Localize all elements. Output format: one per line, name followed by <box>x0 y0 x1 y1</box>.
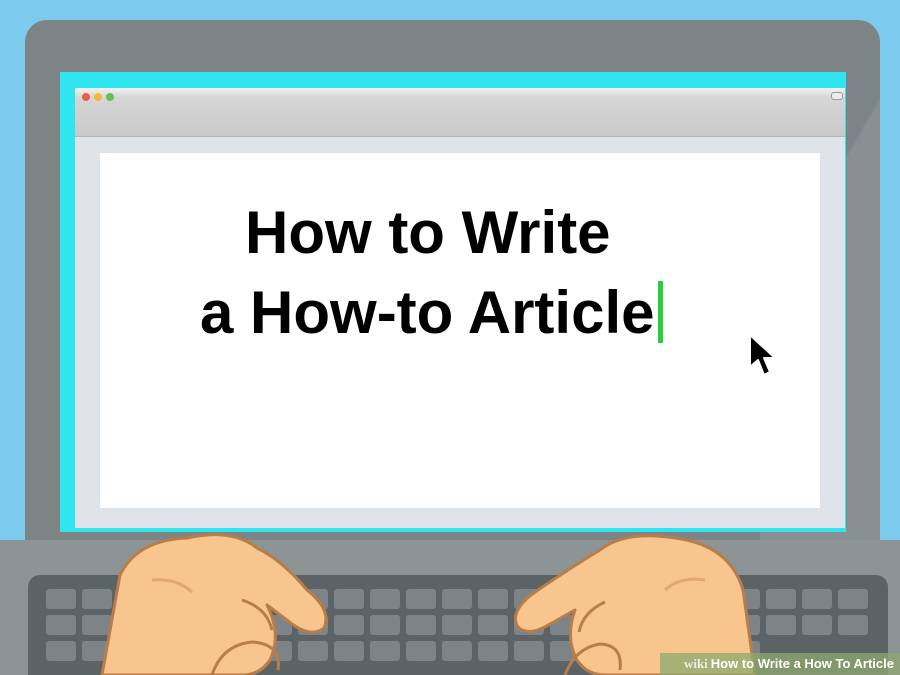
key[interactable] <box>766 615 796 635</box>
zoom-dot-icon[interactable] <box>106 93 114 101</box>
key[interactable] <box>478 615 508 635</box>
title-line-1: How to Write <box>245 199 611 266</box>
app-window: How to Write a How-to Article <box>75 88 845 528</box>
mouse-pointer-icon <box>749 334 776 376</box>
document-editor[interactable]: How to Write a How-to Article <box>100 153 820 508</box>
key[interactable] <box>838 589 868 609</box>
key[interactable] <box>442 641 472 661</box>
key[interactable] <box>442 615 472 635</box>
document-title: How to Write a How-to Article <box>100 193 820 353</box>
window-titlebar[interactable] <box>75 88 845 137</box>
key[interactable] <box>802 615 832 635</box>
key[interactable] <box>406 589 436 609</box>
wikihow-watermark: wiki How to Write a How To Article <box>660 653 900 675</box>
key[interactable] <box>442 589 472 609</box>
title-line-2: a How-to Article <box>100 273 820 353</box>
minimize-dot-icon[interactable] <box>94 93 102 101</box>
key[interactable] <box>406 641 436 661</box>
key[interactable] <box>370 589 400 609</box>
resize-handle-icon[interactable] <box>831 92 843 100</box>
text-caret-icon <box>658 281 664 343</box>
key[interactable] <box>46 641 76 661</box>
key[interactable] <box>370 641 400 661</box>
watermark-title: How to Write a How To Article <box>710 656 894 671</box>
key[interactable] <box>46 615 76 635</box>
title-line-2-text: a How-to Article <box>200 279 655 346</box>
key[interactable] <box>478 589 508 609</box>
key[interactable] <box>46 589 76 609</box>
key[interactable] <box>370 615 400 635</box>
key[interactable] <box>802 589 832 609</box>
key[interactable] <box>406 615 436 635</box>
left-hand-illustration <box>100 533 328 675</box>
key[interactable] <box>838 615 868 635</box>
right-hand-illustration <box>514 534 757 675</box>
watermark-brand: wiki <box>683 656 708 671</box>
close-dot-icon[interactable] <box>82 93 90 101</box>
key[interactable] <box>766 589 796 609</box>
key[interactable] <box>478 641 508 661</box>
